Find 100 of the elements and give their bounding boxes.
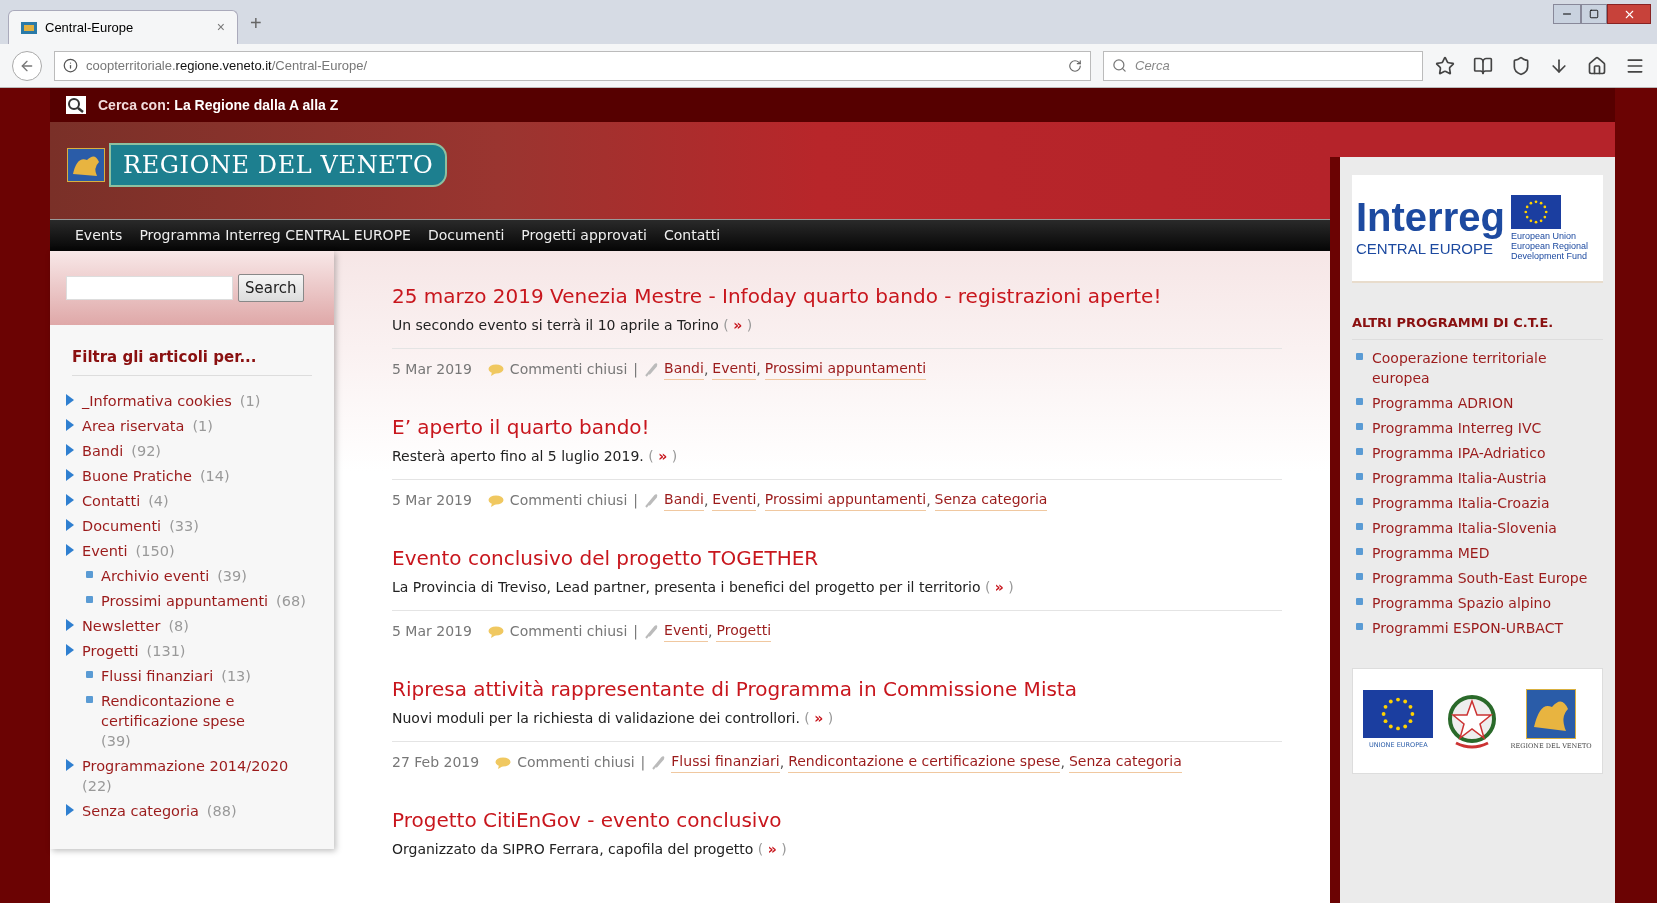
tag-link[interactable]: Bandi [664,490,704,511]
category-count: (68) [276,592,306,609]
category-link[interactable]: Documenti [82,515,162,536]
search-button[interactable]: Search [238,274,304,302]
region-logo-text: REGIONE DEL VENETO [109,142,448,187]
close-window-button[interactable] [1607,4,1651,24]
menu-link[interactable]: Programma Interreg CENTRAL EUROPE [139,225,411,246]
category-count: (39) [101,732,131,749]
reload-icon[interactable] [1068,58,1082,73]
post-excerpt: Un secondo evento si terrà il 10 aprile a Torino ( » ) [392,316,754,335]
tag-link[interactable]: Progetti [716,621,772,642]
browser-tab[interactable]: Central-Europe × [8,10,238,44]
read-more-link[interactable]: » [658,448,668,464]
minimize-button[interactable] [1553,4,1581,24]
tab-title: Central-Europe [45,18,135,37]
post-title[interactable]: Ripresa attività rappresentante di Programma in Commissione Mista [392,676,1282,702]
program-link[interactable]: Programma MED [1372,542,1490,563]
post-title[interactable]: Evento conclusivo del progetto TOGETHER [392,545,1282,571]
tag-link[interactable]: Senza categoria [934,490,1048,511]
maximize-button[interactable] [1581,4,1607,24]
category-link[interactable]: Contatti [82,490,141,511]
category-count: (4) [148,492,169,509]
category-link[interactable]: Senza categoria [82,800,199,821]
program-link[interactable]: Programma IPA-Adriatico [1372,442,1546,463]
tag-comma: , [926,491,931,510]
tag-link[interactable]: Senza categoria [1068,752,1182,773]
square-bullet-icon [1356,497,1363,505]
program-link[interactable]: Programma ADRION [1372,392,1514,413]
category-link[interactable]: _Informativa cookies [82,390,232,411]
category-link[interactable]: Progetti [82,640,139,661]
category-link[interactable]: Programmazione 2014/2020 [82,755,289,776]
category-link[interactable]: Rendicontazione e certificazione spese [101,690,310,731]
back-button[interactable] [12,50,42,81]
square-bullet-icon [1356,422,1363,430]
fund-caption: European Union [1510,231,1577,241]
category-link[interactable]: Buone Pratiche [82,465,192,486]
read-more-link[interactable]: » [994,579,1004,595]
tag-link[interactable]: Flussi finanziari [671,752,780,773]
tag-link[interactable]: Prossimi appuntamenti [764,490,927,511]
tag-link[interactable]: Eventi [712,490,757,511]
tag-link[interactable]: Eventi [712,359,757,380]
shield-icon[interactable] [1511,55,1531,76]
post-date: 5 Mar 2019 [392,491,472,510]
post-title[interactable]: Progetto CitiEnGov - evento conclusivo [392,807,1282,833]
post-date: 27 Feb 2019 [392,753,480,772]
search-with-link[interactable]: La Regione dalla A alla Z [174,94,339,116]
search-field[interactable]: Cerca [1103,50,1423,81]
menu-link[interactable]: Contatti [664,225,721,246]
menu-link[interactable]: Documenti [427,225,505,246]
program-link[interactable]: Programmi ESPON-URBACT [1372,617,1563,638]
category-link[interactable]: Flussi finanziari [101,665,214,686]
program-link[interactable]: Programma Italia-Slovenia [1372,517,1557,538]
category-link[interactable]: Newsletter [82,615,161,636]
meta-separator: | [633,491,639,511]
new-tab-button[interactable]: + [250,8,262,38]
category-link[interactable]: Eventi [82,540,128,561]
tag-link[interactable]: Prossimi appuntamenti [764,359,927,380]
tag-link[interactable]: Bandi [664,359,704,380]
book-icon[interactable] [1473,55,1493,76]
category-link[interactable]: Area riservata [82,415,185,436]
program-link[interactable]: Programma Italia-Austria [1372,467,1547,488]
post-date: 5 Mar 2019 [392,360,472,379]
tag-link[interactable]: Eventi [664,621,709,642]
post-excerpt: Resterà aperto fino al 5 luglio 2019. ( » ) [392,447,679,466]
comments-status: Commenti chiusi [509,360,628,379]
read-more-link[interactable]: » [767,841,777,857]
square-bullet-icon [1356,622,1363,630]
tab-close-button[interactable]: × [216,17,225,38]
category-link[interactable]: Archivio eventi [101,565,210,586]
menu-link[interactable]: Events [75,225,123,246]
address-bar[interactable]: coopterritoriale.regione.veneto.it/Central-Europe/ [54,50,1091,81]
post-title[interactable]: 25 marzo 2019 Venezia Mestre - Infoday quarto bando - registrazioni aperte! [392,283,1282,309]
category-link[interactable]: Prossimi appuntamenti [101,590,269,611]
program-link[interactable]: Programma South-East Europe [1372,567,1588,588]
tag-comma: , [756,360,761,379]
tag-link[interactable]: Rendicontazione e certificazione spese [788,752,1061,773]
square-bullet-icon [1356,447,1363,455]
program-link[interactable]: Cooperazione territoriale europea [1372,347,1603,388]
program-link[interactable]: Programma Interreg IVC [1372,417,1542,438]
url-text: coopterritoriale.regione.veneto.it/Central-Europe/ [86,56,369,75]
triangle-bullet-icon [66,643,74,656]
category-link[interactable]: Bandi [82,440,124,461]
read-more-link[interactable]: » [733,317,743,333]
category-count: (1) [239,392,261,409]
tag-comma: , [708,622,713,641]
category-count: (8) [168,617,189,634]
post-title[interactable]: E’ aperto il quarto bando! [392,414,1282,440]
read-more-link[interactable]: » [814,710,824,726]
search-input[interactable]: Cerca [1135,55,1414,76]
triangle-bullet-icon [66,758,74,771]
menu-link[interactable]: Progetti approvati [521,225,647,246]
star-icon[interactable] [1435,55,1455,76]
speech-bubble-icon [487,363,504,376]
favicon-icon [21,21,37,34]
program-link[interactable]: Programma Spazio alpino [1372,592,1552,613]
programs-title: ALTRI PROGRAMMI DI C.T.E. [1352,313,1603,340]
meta-separator: | [633,360,639,380]
home-icon[interactable] [1587,55,1607,76]
sidebar-search-field[interactable] [66,276,233,300]
program-link[interactable]: Programma Italia-Croazia [1372,492,1550,513]
